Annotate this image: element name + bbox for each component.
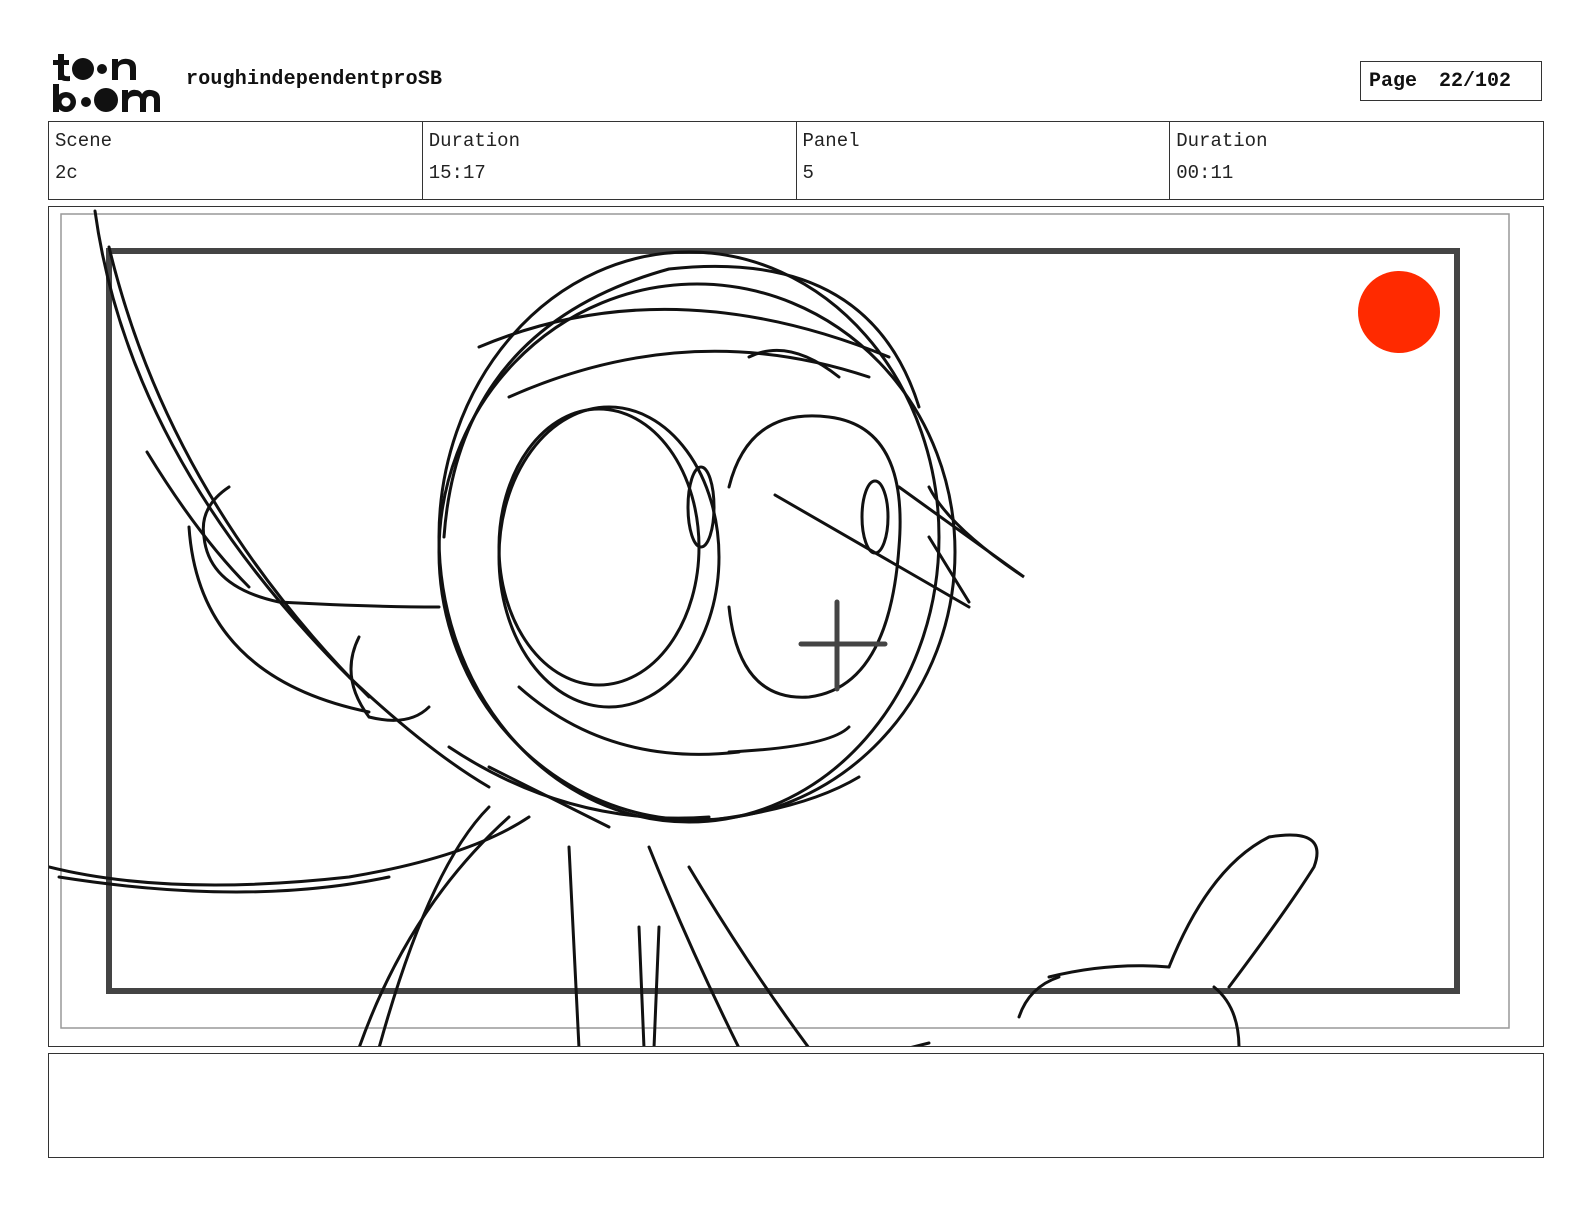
character-sketch: [49, 209, 1319, 1046]
center-crosshair: [798, 599, 888, 692]
page-number: 22/102: [1439, 69, 1512, 93]
scene-label: Scene: [55, 130, 113, 152]
scene-duration-value[interactable]: 15:17: [429, 159, 790, 187]
panel-cell: Panel 5: [797, 122, 1171, 199]
safe-area-frame: [60, 213, 1510, 1029]
panel-notes-box[interactable]: [48, 1053, 1544, 1158]
panel-duration-value[interactable]: 00:11: [1176, 159, 1537, 187]
scene-cell: Scene 2c: [49, 122, 423, 199]
page-label: Page: [1369, 69, 1418, 93]
panel-info-table: Scene 2c Duration 15:17 Panel 5 Duration…: [48, 121, 1544, 200]
scene-value[interactable]: 2c: [55, 159, 416, 187]
toon-boom-logo: [50, 50, 166, 114]
project-title: roughindependentproSB: [186, 68, 443, 91]
red-marker: [1358, 271, 1440, 353]
panel-value[interactable]: 5: [803, 159, 1164, 187]
panel-duration-cell: Duration 00:11: [1170, 122, 1543, 199]
panel-sketch: [49, 209, 1510, 1046]
storyboard-panel[interactable]: [48, 206, 1544, 1047]
scene-duration-cell: Duration 15:17: [423, 122, 797, 199]
page-indicator: Page 22/102: [1360, 61, 1542, 101]
panel-duration-label: Duration: [1176, 130, 1268, 152]
scene-duration-label: Duration: [428, 130, 520, 152]
panel-label: Panel: [802, 130, 860, 152]
